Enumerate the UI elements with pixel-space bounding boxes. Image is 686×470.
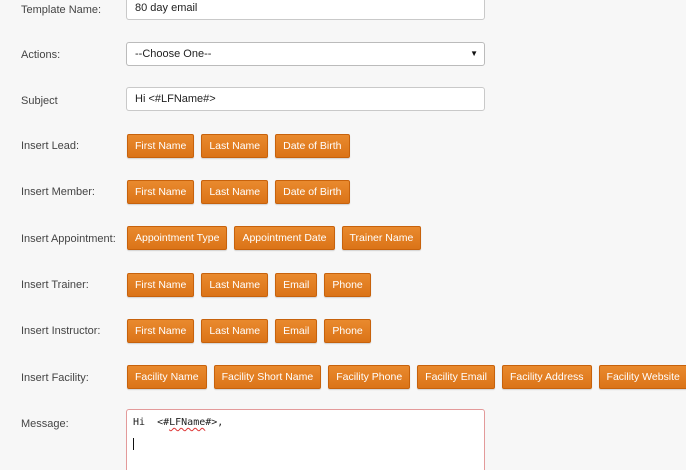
insert-trainer-buttons: First Name Last Name Email Phone bbox=[127, 273, 371, 297]
insert-instructor-buttons: First Name Last Name Email Phone bbox=[127, 319, 371, 343]
actions-select[interactable]: --Choose One-- ▼ bbox=[126, 42, 485, 66]
insert-facility-name-button[interactable]: Facility Name bbox=[127, 365, 207, 389]
insert-instructor-email-button[interactable]: Email bbox=[275, 319, 318, 343]
insert-lead-first-name-button[interactable]: First Name bbox=[127, 134, 195, 158]
message-label: Message: bbox=[21, 418, 69, 430]
insert-lead-dob-button[interactable]: Date of Birth bbox=[275, 134, 350, 158]
insert-facility-address-button[interactable]: Facility Address bbox=[502, 365, 592, 389]
insert-facility-website-button[interactable]: Facility Website bbox=[598, 365, 686, 389]
message-textarea[interactable]: Hi <#LFName#>, bbox=[126, 409, 485, 470]
insert-trainer-name-button[interactable]: Trainer Name bbox=[341, 226, 422, 250]
message-first-line: Hi <#LFName#>, bbox=[133, 416, 478, 430]
insert-trainer-label: Insert Trainer: bbox=[21, 279, 89, 291]
chevron-down-icon: ▼ bbox=[470, 49, 478, 58]
insert-member-label: Insert Member: bbox=[21, 186, 95, 198]
subject-input[interactable]: Hi <#LFName#> bbox=[126, 87, 485, 111]
insert-member-first-name-button[interactable]: First Name bbox=[127, 180, 195, 204]
insert-appointment-buttons: Appointment Type Appointment Date Traine… bbox=[127, 226, 422, 250]
insert-trainer-last-name-button[interactable]: Last Name bbox=[201, 273, 269, 297]
actions-label: Actions: bbox=[21, 49, 61, 61]
message-prefix: Hi <# bbox=[133, 417, 170, 428]
insert-instructor-first-name-button[interactable]: First Name bbox=[127, 319, 195, 343]
insert-lead-buttons: First Name Last Name Date of Birth bbox=[127, 134, 350, 158]
insert-facility-email-button[interactable]: Facility Email bbox=[417, 365, 496, 389]
insert-member-last-name-button[interactable]: Last Name bbox=[201, 180, 269, 204]
template-name-input[interactable]: 80 day email bbox=[126, 0, 485, 20]
insert-appointment-label: Insert Appointment: bbox=[21, 233, 116, 245]
insert-facility-buttons: Facility Name Facility Short Name Facili… bbox=[127, 365, 686, 389]
insert-appointment-type-button[interactable]: Appointment Type bbox=[127, 226, 228, 250]
message-suffix: #>, bbox=[205, 417, 224, 428]
insert-instructor-last-name-button[interactable]: Last Name bbox=[201, 319, 269, 343]
insert-instructor-label: Insert Instructor: bbox=[21, 325, 101, 337]
subject-label: Subject bbox=[21, 95, 58, 107]
insert-facility-short-name-button[interactable]: Facility Short Name bbox=[213, 365, 322, 389]
insert-trainer-first-name-button[interactable]: First Name bbox=[127, 273, 195, 297]
insert-facility-label: Insert Facility: bbox=[21, 372, 89, 384]
actions-selected-value: --Choose One-- bbox=[135, 48, 212, 60]
insert-member-dob-button[interactable]: Date of Birth bbox=[275, 180, 350, 204]
insert-instructor-phone-button[interactable]: Phone bbox=[324, 319, 371, 343]
template-name-label: Template Name: bbox=[21, 4, 102, 16]
insert-lead-last-name-button[interactable]: Last Name bbox=[201, 134, 269, 158]
insert-facility-phone-button[interactable]: Facility Phone bbox=[328, 365, 411, 389]
email-template-form: Template Name: 80 day email Actions: --C… bbox=[0, 0, 686, 470]
insert-lead-label: Insert Lead: bbox=[21, 140, 80, 152]
text-cursor bbox=[133, 438, 134, 450]
insert-appointment-date-button[interactable]: Appointment Date bbox=[234, 226, 335, 250]
insert-member-buttons: First Name Last Name Date of Birth bbox=[127, 180, 350, 204]
insert-trainer-phone-button[interactable]: Phone bbox=[324, 273, 371, 297]
insert-trainer-email-button[interactable]: Email bbox=[275, 273, 318, 297]
message-token: LFName bbox=[169, 417, 206, 428]
